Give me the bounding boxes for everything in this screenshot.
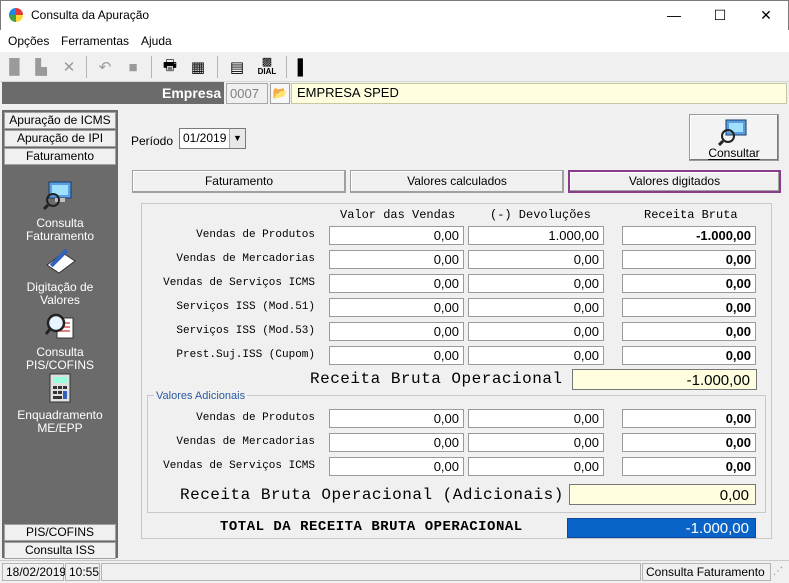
vendas-field[interactable]: 0,00 <box>329 226 464 245</box>
resize-grip-icon[interactable]: ⋰ <box>773 566 783 577</box>
vendas-field[interactable]: 0,00 <box>329 457 464 476</box>
magnifier-document-icon[interactable] <box>43 310 77 342</box>
monitor-magnifier-icon <box>718 119 747 146</box>
receita-field: 0,00 <box>622 346 756 365</box>
vendas-field[interactable]: 0,00 <box>329 250 464 269</box>
receita-field: 0,00 <box>622 433 756 452</box>
menu-opcoes[interactable]: Opções <box>8 34 49 48</box>
row-label: Vendas de Produtos <box>196 412 315 424</box>
empresa-label: Empresa <box>162 85 222 101</box>
sidebar-tab-pis-cofins[interactable]: PIS/COFINS <box>4 524 116 541</box>
row-label: Prest.Suj.ISS (Cupom) <box>176 349 315 361</box>
devolucoes-field[interactable]: 0,00 <box>468 409 604 428</box>
print-preview-icon[interactable]: ▦ <box>187 56 209 78</box>
dial-icon[interactable]: ▩ DIAL <box>254 56 280 78</box>
sidebar-item-enquadramento[interactable]: Enquadramento ME/EPP <box>4 409 116 435</box>
vendas-field[interactable]: 0,00 <box>329 322 464 341</box>
close-button[interactable]: ✕ <box>743 0 789 30</box>
empresa-name: EMPRESA SPED <box>297 85 399 100</box>
vendas-field[interactable]: 0,00 <box>329 433 464 452</box>
row-label: Vendas de Serviços ICMS <box>163 277 315 289</box>
sidebar-item-consulta-pis-cofins[interactable]: Consulta PIS/COFINS <box>4 346 116 372</box>
devolucoes-field[interactable]: 0,00 <box>468 322 604 341</box>
header-receita-bruta: Receita Bruta <box>644 208 738 222</box>
receita-field: 0,00 <box>622 457 756 476</box>
tab-valores-calculados[interactable]: Valores calculados <box>350 170 564 193</box>
delete-icon[interactable]: ✕ <box>58 56 80 78</box>
receita-bruta-operacional-label: Receita Bruta Operacional <box>310 370 563 388</box>
header-valor-vendas: Valor das Vendas <box>340 208 456 222</box>
print-icon[interactable]: 🖶 <box>159 56 181 78</box>
periodo-label: Período <box>131 134 174 148</box>
undo-icon[interactable]: ↶ <box>94 56 116 78</box>
empresa-code-field[interactable]: 0007 <box>226 83 268 104</box>
vendas-field[interactable]: 0,00 <box>329 274 464 293</box>
receita-field: 0,00 <box>622 322 756 341</box>
window-title: Consulta da Apuração <box>31 8 150 22</box>
row-label: Vendas de Serviços ICMS <box>163 460 315 472</box>
sidebar-tab-consulta-iss[interactable]: Consulta ISS <box>4 542 116 559</box>
toolbar-separator <box>217 56 218 78</box>
row-label: Vendas de Produtos <box>196 229 315 241</box>
header-devolucoes: (-) Devoluções <box>490 208 591 222</box>
sidebar-item-digitacao-valores[interactable]: Digitação de Valores <box>4 281 116 307</box>
status-message <box>101 563 641 581</box>
status-date: 18/02/2019 <box>2 563 66 581</box>
receita-field: 0,00 <box>622 250 756 269</box>
total-receita-value: -1.000,00 <box>567 518 756 538</box>
devolucoes-field[interactable]: 0,00 <box>468 457 604 476</box>
vendas-field[interactable]: 0,00 <box>329 346 464 365</box>
status-time: 10:55 <box>65 563 100 581</box>
minimize-button[interactable]: — <box>651 0 697 30</box>
sidebar-item-consulta-faturamento[interactable]: Consulta Faturamento <box>4 217 116 243</box>
receita-bruta-operacional-value: -1.000,00 <box>572 369 757 390</box>
status-screen: Consulta Faturamento <box>642 563 771 581</box>
calculator-icon[interactable] <box>43 372 77 404</box>
menu-ferramentas[interactable]: Ferramentas <box>61 34 129 48</box>
devolucoes-field[interactable]: 0,00 <box>468 346 604 365</box>
stop-icon[interactable]: ■ <box>122 56 144 78</box>
devolucoes-field[interactable]: 0,00 <box>468 298 604 317</box>
tab-valores-digitados[interactable]: Valores digitados <box>568 170 781 193</box>
receita-bruta-adicionais-label: Receita Bruta Operacional (Adicionais) <box>180 486 564 504</box>
devolucoes-field[interactable]: 0,00 <box>468 250 604 269</box>
total-receita-label: TOTAL DA RECEITA BRUTA OPERACIONAL <box>220 519 523 535</box>
folder-open-icon[interactable]: 📂 <box>270 83 290 104</box>
row-label: Serviços ISS (Mod.51) <box>176 301 315 313</box>
menu-ajuda[interactable]: Ajuda <box>141 34 172 48</box>
monitor-magnifier-icon[interactable] <box>42 178 77 211</box>
toolbar-separator <box>151 56 152 78</box>
devolucoes-field[interactable]: 0,00 <box>468 433 604 452</box>
toolbar <box>0 52 789 82</box>
devolucoes-field[interactable]: 1.000,00 <box>468 226 604 245</box>
tab-faturamento[interactable]: Faturamento <box>132 170 346 193</box>
receita-bruta-adicionais-value: 0,00 <box>569 484 756 505</box>
pencil-note-icon[interactable] <box>43 245 77 277</box>
maximize-button[interactable]: ☐ <box>697 0 743 30</box>
new-icon[interactable]: ▉ <box>4 56 26 78</box>
receita-field: 0,00 <box>622 298 756 317</box>
calculator-toolbar-icon[interactable]: ▤ <box>226 56 248 78</box>
valores-adicionais-legend: Valores Adicionais <box>154 390 248 402</box>
receita-field: -1.000,00 <box>622 226 756 245</box>
edit-icon[interactable]: ▙ <box>30 56 52 78</box>
sidebar-tab-apuracao-ipi[interactable]: Apuração de IPI <box>4 130 116 147</box>
consultar-label: Consultar <box>708 146 760 160</box>
receita-field: 0,00 <box>622 274 756 293</box>
sidebar-tab-apuracao-icms[interactable]: Apuração de ICMS <box>4 112 116 129</box>
devolucoes-field[interactable]: 0,00 <box>468 274 604 293</box>
vendas-field[interactable]: 0,00 <box>329 298 464 317</box>
row-label: Vendas de Mercadorias <box>176 253 315 265</box>
receita-field: 0,00 <box>622 409 756 428</box>
app-icon <box>9 8 23 22</box>
vendas-field[interactable]: 0,00 <box>329 409 464 428</box>
chevron-down-icon[interactable]: ▼ <box>229 129 245 148</box>
sidebar-tab-faturamento[interactable]: Faturamento <box>4 148 116 165</box>
row-label: Serviços ISS (Mod.53) <box>176 325 315 337</box>
toolbar-separator <box>286 56 287 78</box>
toolbar-separator <box>86 56 87 78</box>
row-label: Vendas de Mercadorias <box>176 436 315 448</box>
exit-door-icon[interactable]: ▌ <box>292 56 314 78</box>
